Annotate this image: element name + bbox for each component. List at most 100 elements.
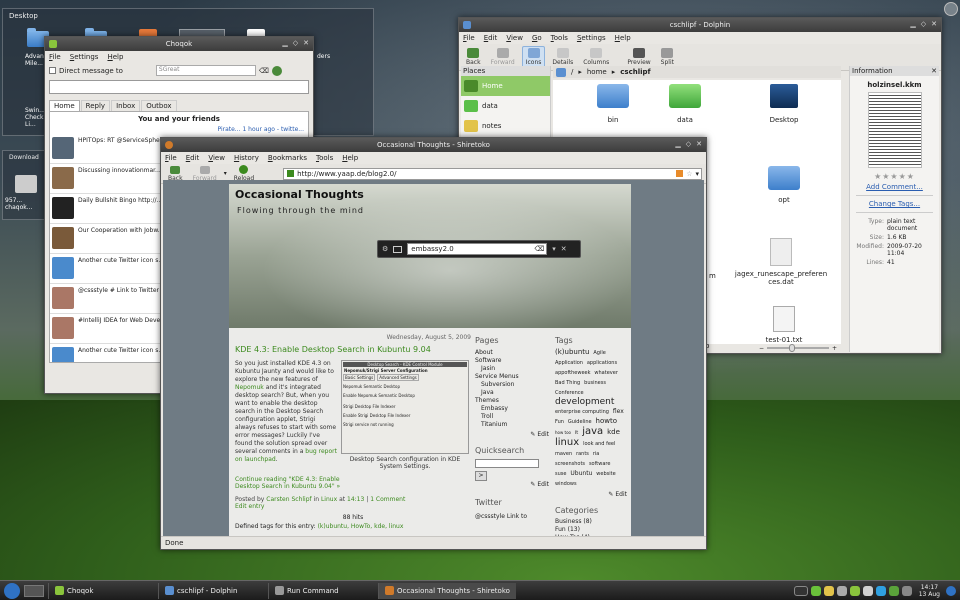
page-link[interactable]: About — [475, 349, 549, 357]
quicksearch-button[interactable]: > — [475, 471, 487, 481]
maximize-icon[interactable]: ◇ — [293, 39, 298, 47]
tag-link[interactable]: howto — [596, 417, 617, 425]
tag-link[interactable]: it — [575, 430, 578, 436]
blog-title[interactable]: Occasional Thoughts — [235, 188, 364, 201]
chevron-down-icon[interactable]: ▾ — [552, 245, 556, 253]
icons-view-button[interactable]: Icons — [521, 46, 546, 68]
wrench-icon[interactable]: ⚙ — [382, 245, 388, 253]
download-file-icon[interactable] — [15, 175, 37, 193]
menu-tools[interactable]: Tools — [316, 154, 333, 162]
minimize-icon[interactable]: ▁ — [910, 20, 915, 28]
page-link[interactable]: Titanium — [475, 421, 549, 429]
avatar[interactable] — [52, 227, 74, 249]
pager-icon[interactable] — [24, 584, 44, 597]
file-item-bin[interactable]: bin — [583, 84, 643, 124]
defined-tags-links[interactable]: (k)ubuntu, HowTo, kde, linux — [318, 523, 404, 530]
edit-tags-link[interactable]: ✎ Edit — [555, 491, 627, 498]
maximize-icon[interactable]: ◇ — [686, 140, 691, 148]
tab-reply[interactable]: Reply — [80, 100, 111, 111]
avatar[interactable] — [52, 257, 74, 279]
breadcrumb-root[interactable]: / — [571, 68, 573, 76]
browser-window[interactable]: Occasional Thoughts - Shiretoko ▁ ◇ ✕ File… — [160, 137, 707, 550]
zoom-handle[interactable] — [788, 344, 795, 352]
url-bar[interactable]: http://www.yaap.de/blog2.0/ ☆ ▾ — [283, 167, 702, 180]
tag-link[interactable]: Agile — [593, 350, 605, 356]
menu-go[interactable]: Go — [532, 34, 542, 42]
volume-icon[interactable] — [836, 585, 847, 596]
change-tags-link[interactable]: Change Tags... — [850, 200, 939, 208]
file-item-opt[interactable]: opt — [749, 166, 819, 204]
task-browser[interactable]: Occasional Thoughts - Shiretoko — [378, 582, 516, 599]
browser-titlebar[interactable]: Occasional Thoughts - Shiretoko ▁ ◇ ✕ — [161, 138, 706, 152]
avatar[interactable] — [52, 347, 74, 362]
minimize-icon[interactable]: ▁ — [282, 39, 287, 47]
close-icon[interactable]: ✕ — [303, 39, 309, 47]
menu-settings[interactable]: Settings — [577, 34, 606, 42]
breadcrumb-user[interactable]: cschlipf — [620, 68, 650, 76]
task-choqok[interactable]: Choqok — [48, 582, 158, 599]
forward-button[interactable]: Forward — [488, 47, 518, 67]
tag-link[interactable]: Conference — [555, 390, 584, 396]
page-link[interactable]: Themes — [475, 397, 549, 405]
edit-entry-link[interactable]: Edit entry — [235, 503, 471, 510]
tab-inbox[interactable]: Inbox — [111, 100, 141, 111]
dolphin-titlebar[interactable]: cschlipf - Dolphin ▁ ◇ ✕ — [459, 18, 941, 32]
search-overlay[interactable]: ⚙ embassy2.0 ⌫ ▾ ✕ — [377, 240, 581, 258]
menu-help[interactable]: Help — [342, 154, 358, 162]
close-icon[interactable]: ✕ — [931, 20, 937, 28]
quicksearch-input[interactable] — [475, 459, 539, 468]
edit-quicksearch-link[interactable]: ✎ Edit — [475, 481, 549, 488]
tag-link[interactable]: website — [596, 471, 615, 477]
tag-link[interactable]: kde — [607, 428, 620, 436]
search-overlay-input[interactable]: embassy2.0 ⌫ — [407, 243, 548, 255]
tag-link[interactable]: business — [584, 380, 606, 386]
zoom-out-icon[interactable]: − — [759, 345, 764, 352]
tag-link[interactable]: ria — [593, 451, 600, 457]
display-icon[interactable] — [393, 245, 403, 253]
category-link[interactable]: Linux — [321, 496, 337, 503]
tag-link[interactable]: suse — [555, 471, 566, 477]
desktop-cashew-icon[interactable] — [944, 2, 958, 16]
tab-outbox[interactable]: Outbox — [141, 100, 177, 111]
avatar[interactable] — [52, 167, 74, 189]
rating-stars[interactable]: ★★★★★ — [850, 172, 939, 181]
battery-icon[interactable] — [810, 585, 821, 596]
tag-link[interactable]: applications — [587, 360, 617, 366]
back-button[interactable]: Back — [463, 47, 484, 67]
columns-view-button[interactable]: Columns — [580, 47, 612, 67]
file-item-data[interactable]: data — [655, 84, 715, 124]
tag-link[interactable]: windows — [555, 481, 577, 487]
clear-icon[interactable]: ⌫ — [259, 67, 269, 75]
url-dropdown-icon[interactable]: ▾ — [695, 170, 701, 178]
klipper-icon[interactable] — [849, 585, 860, 596]
page-link[interactable]: Embassy — [475, 405, 549, 413]
messenger-icon[interactable] — [888, 585, 899, 596]
avatar[interactable] — [52, 317, 74, 339]
device-notifier-icon[interactable] — [901, 585, 912, 596]
history-dropdown-icon[interactable]: ▾ — [224, 170, 227, 177]
add-comment-link[interactable]: Add Comment... — [850, 183, 939, 191]
choqok-titlebar[interactable]: Choqok ▁ ◇ ✕ — [45, 37, 313, 51]
post-title[interactable]: KDE 4.3: Enable Desktop Search in Kubunt… — [235, 345, 471, 354]
places-item-home[interactable]: Home — [461, 76, 550, 96]
tag-link[interactable]: linux — [555, 437, 579, 448]
avatar[interactable] — [52, 197, 74, 219]
menu-bookmarks[interactable]: Bookmarks — [268, 154, 307, 162]
post-screenshot[interactable]: Desktop Search - KDE Control Module Nepo… — [341, 360, 469, 470]
tag-link[interactable]: Guideline — [568, 419, 592, 425]
page-link[interactable]: Jasin — [475, 365, 549, 373]
cashew-icon[interactable] — [946, 585, 956, 596]
menu-view[interactable]: View — [506, 34, 523, 42]
tag-link[interactable]: (k)ubuntu — [555, 348, 589, 356]
status-input[interactable] — [49, 80, 309, 94]
author-link[interactable]: Carsten Schlipf — [266, 496, 311, 503]
tag-link[interactable]: whatever — [594, 370, 617, 376]
tab-home[interactable]: Home — [49, 100, 80, 111]
tag-link[interactable]: screenshots — [555, 461, 585, 467]
category-link[interactable]: Business (8) — [555, 518, 627, 526]
places-item-notes[interactable]: notes — [461, 116, 550, 136]
menu-edit[interactable]: Edit — [484, 34, 498, 42]
nepomuk-link[interactable]: Nepomuk — [235, 384, 264, 391]
category-link[interactable]: Fun (13) — [555, 526, 627, 534]
page-link[interactable]: Java — [475, 389, 549, 397]
